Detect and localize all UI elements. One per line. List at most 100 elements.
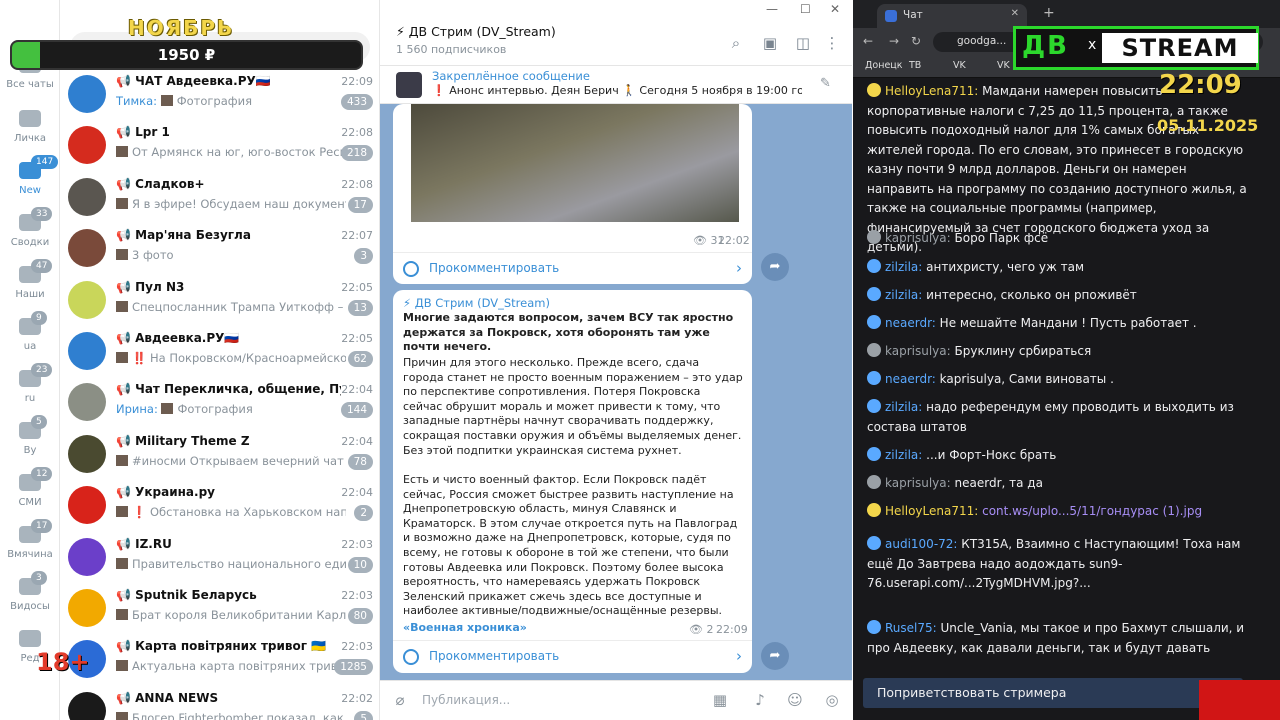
preview-thumb: [161, 403, 174, 415]
schedule-icon[interactable]: ▦: [710, 691, 730, 711]
chat-username[interactable]: kaprisulya:: [885, 476, 951, 490]
chat-item[interactable]: 📢 ЧАТ Авдеевка.РУ🇷🇺 22:09 Тимка: Фотографи…: [60, 70, 379, 121]
preview-thumb: [116, 249, 128, 261]
chat-name: 📢 Sputnik Беларусь: [116, 588, 257, 602]
live-stream-icon[interactable]: ▣: [761, 34, 779, 52]
chat-username[interactable]: Rusel75:: [885, 621, 937, 635]
chat-username[interactable]: zilzila:: [885, 400, 922, 414]
forward-icon[interactable]: ➦: [761, 642, 789, 670]
post-source-link[interactable]: «Военная хроника»: [403, 621, 527, 634]
bookmark-item[interactable]: Донецк: [865, 60, 903, 71]
chat-name-text: Сладков+: [135, 176, 205, 191]
chat-message-text[interactable]: cont.ws/uplo...5/11/гондурас (1).jpg: [982, 504, 1202, 518]
folder-2[interactable]: 147 New: [0, 155, 60, 196]
comment-button[interactable]: Прокомментировать ›: [393, 640, 752, 672]
close-icon[interactable]: ✕: [830, 2, 840, 16]
folder-label: Вмячина: [7, 549, 53, 560]
forward-nav-icon[interactable]: →: [889, 34, 899, 48]
chat-username[interactable]: neaerdr:: [885, 372, 936, 386]
chat-username[interactable]: zilzila:: [885, 288, 922, 302]
chat-item[interactable]: 📢 Авдеевка.РУ🇷🇺 22:05 ‼️ На Покровском/Кра…: [60, 327, 379, 378]
chat-preview-text: Фотография: [176, 94, 252, 108]
folder-7[interactable]: 5 By: [0, 415, 60, 456]
back-icon[interactable]: ←: [863, 34, 873, 48]
chat-item[interactable]: 📢 Lpr 1 22:08 От Армянск на юг, юго-восток…: [60, 121, 379, 172]
tab-close-icon[interactable]: ✕: [1011, 8, 1019, 19]
camera-icon[interactable]: ◎: [822, 691, 842, 711]
screen: 165Все чатыЛичка147New33Сводки47Наши9ua2…: [0, 0, 1280, 720]
folder-9[interactable]: 17 Вмячина: [0, 519, 60, 560]
folder-badge: 47: [31, 259, 53, 273]
chat-username[interactable]: HelloyLena711:: [885, 504, 978, 518]
chat-avatar: [68, 75, 106, 113]
pin-list-icon[interactable]: ✎: [820, 76, 831, 91]
folder-badge: 5: [31, 415, 47, 429]
reload-icon[interactable]: ↻: [911, 34, 921, 48]
folder-1[interactable]: Личка: [0, 110, 60, 144]
sidebar-toggle-icon[interactable]: ◫: [794, 34, 812, 52]
unread-count: 1285: [334, 659, 373, 676]
compose-input[interactable]: Публикация...: [422, 693, 510, 707]
forward-icon[interactable]: ➦: [761, 253, 789, 281]
user-badge-icon: [867, 620, 881, 634]
chat-item[interactable]: 📢 Украина.ру 22:04 ❗ Обстановка на Харьков…: [60, 481, 379, 532]
chat-message: kaprisulya: Бруклину србираться: [867, 342, 1257, 362]
bell-icon[interactable]: ♪: [750, 691, 770, 711]
more-icon[interactable]: ⋮: [823, 34, 841, 52]
chat-item[interactable]: 📢 Сладков+ 22:08 Я в эфире! Обсудаем наш д…: [60, 173, 379, 224]
maximize-icon[interactable]: ☐: [800, 2, 811, 16]
chat-username[interactable]: kaprisulya:: [885, 231, 951, 245]
chat-username[interactable]: HelloyLena711:: [885, 84, 978, 98]
post-photo-image[interactable]: [411, 104, 739, 222]
chat-preview: От Армянск на юг, юго-восток Республик..…: [116, 145, 346, 159]
chat-username[interactable]: zilzila:: [885, 448, 922, 462]
chat-name: 📢 Мар'яна Безугла: [116, 228, 251, 243]
bookmark-item[interactable]: ТВ: [909, 60, 921, 71]
chat-time: 22:04: [341, 434, 373, 448]
folder-5[interactable]: 9 ua: [0, 311, 60, 352]
chat-username[interactable]: kaprisulya:: [885, 344, 951, 358]
donation-progress: 1950 ₽: [10, 40, 363, 70]
attach-icon[interactable]: ⌀: [390, 691, 410, 711]
browser-tabbar: Чат ✕ +: [853, 0, 1280, 28]
search-icon[interactable]: ⌕: [727, 34, 745, 52]
minimize-icon[interactable]: —: [766, 2, 778, 16]
post2-views-count: 2: [706, 623, 714, 636]
chat-message-text: neaerdr, та да: [954, 476, 1043, 490]
pinned-message[interactable]: Закреплённое сообщение ❗ Анонс интервью.…: [380, 66, 852, 104]
folder-8[interactable]: 12 СМИ: [0, 467, 60, 508]
new-tab-icon[interactable]: +: [1043, 5, 1055, 21]
chat-item[interactable]: 📢 IZ.RU 22:03 Правительство национального …: [60, 533, 379, 584]
chat-username[interactable]: neaerdr:: [885, 316, 936, 330]
chat-username[interactable]: zilzila:: [885, 260, 922, 274]
bookmark-item[interactable]: VK: [953, 60, 966, 71]
folder-badge: 147: [31, 155, 59, 169]
folder-10[interactable]: 3 Видосы: [0, 571, 60, 612]
chat-message: zilzila: надо референдум ему проводить и…: [867, 398, 1257, 437]
chat-name: 📢 Пул N3: [116, 279, 185, 294]
chat-item[interactable]: 📢 Пул N3 22:05 Спецпосланник Трампа Уиткоф…: [60, 276, 379, 327]
folder-3[interactable]: 33 Сводки: [0, 207, 60, 248]
emoji-icon[interactable]: ☺: [785, 691, 805, 711]
chat-name-text: Авдеевка.РУ🇷🇺: [135, 331, 240, 345]
chat-item[interactable]: 📢 Карта повітряних тривог 🇺🇦 22:03 Актуаль…: [60, 635, 379, 686]
greet-streamer-button[interactable]: Поприветствовать стримера: [863, 678, 1243, 708]
chat-preview: Ирина: Фотография: [116, 402, 346, 416]
chat-username[interactable]: audi100-72:: [885, 537, 957, 551]
comment-button[interactable]: Прокомментировать ›: [393, 252, 752, 284]
chat-message: neaerdr: Не мешайте Мандани ! Пусть рабо…: [867, 314, 1257, 334]
chat-item[interactable]: 📢 Military Theme Z 22:04 #иносми Открываем…: [60, 430, 379, 481]
user-badge-icon: [867, 503, 881, 517]
chat-item[interactable]: 📢 Чат Перекличка, общение, Путиловк...22…: [60, 378, 379, 429]
chat-item[interactable]: 📢 Sputnik Беларусь 22:03 Брат короля Велик…: [60, 584, 379, 635]
chat-avatar: [68, 126, 106, 165]
channel-title[interactable]: ⚡ ДВ Стрим (DV_Stream): [396, 24, 556, 39]
post-author[interactable]: ⚡ ДВ Стрим (DV_Stream): [403, 296, 550, 310]
folder-6[interactable]: 23 ru: [0, 363, 60, 404]
pinned-thumbnail: [396, 72, 422, 98]
unread-count: 10: [347, 556, 373, 573]
chat-item[interactable]: 📢 ANNA NEWS 22:02 Блогер Fighterbomber пок…: [60, 687, 379, 720]
folder-4[interactable]: 47 Наши: [0, 259, 60, 300]
browser-tab[interactable]: Чат ✕: [877, 4, 1027, 28]
chat-item[interactable]: 📢 Мар'яна Безугла 22:07 3 фото 3: [60, 224, 379, 275]
